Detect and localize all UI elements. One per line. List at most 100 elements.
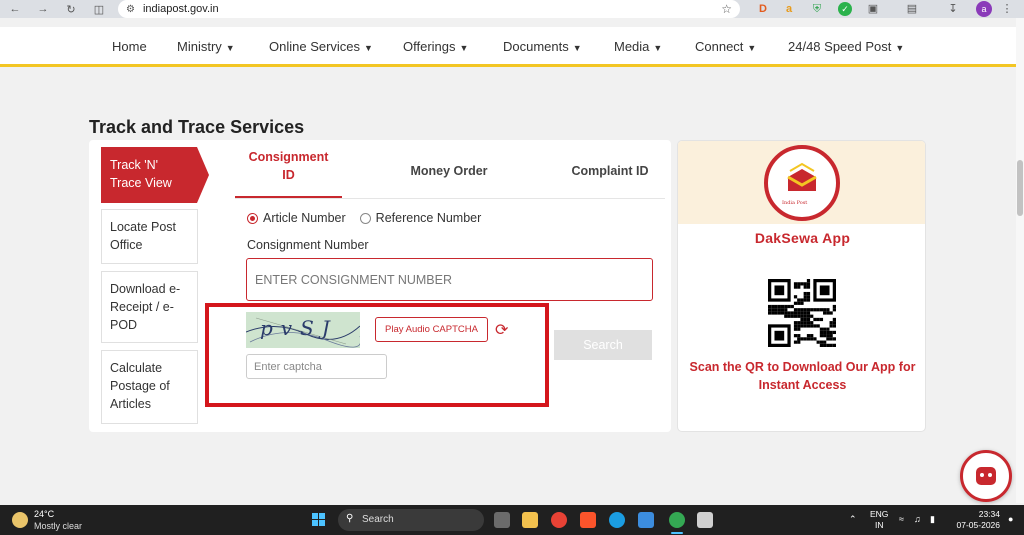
caret-down-icon: ▼ <box>747 43 757 53</box>
notepad-icon[interactable] <box>638 512 654 528</box>
bookmark-star-icon[interactable]: ☆ <box>721 2 732 16</box>
sidebar-item-locate-post-office[interactable]: Locate Post Office <box>101 209 198 264</box>
wifi-icon[interactable]: ≈ <box>899 514 904 524</box>
windows-taskbar: 24°C Mostly clear ⚲ Search ⌃ ENG IN ≈ ♫ … <box>0 505 1024 535</box>
consignment-number-input[interactable] <box>246 258 653 301</box>
radio-label: Article Number <box>263 211 346 225</box>
india-post-emblem-icon <box>787 162 817 191</box>
extension-shield-icon[interactable]: ⛨ <box>810 2 824 16</box>
consignment-number-label: Consignment Number <box>247 238 369 252</box>
sidebar-item-calculate-postage[interactable]: Calculate Postage of Articles <box>101 350 198 424</box>
daksewa-description: Scan the QR to Download Our App for Inst… <box>689 360 916 392</box>
back-icon[interactable]: ← <box>4 3 26 15</box>
tab-label: Complaint ID <box>571 164 649 178</box>
tab-consignment-id[interactable]: Consignment ID <box>235 148 342 184</box>
extension-a-icon[interactable]: a <box>782 2 796 16</box>
extension-d-icon[interactable]: D <box>756 2 770 16</box>
clock-time: 23:34 <box>978 509 1000 519</box>
nav-ministry[interactable]: Ministry ▼ <box>177 39 235 54</box>
taskbar-search[interactable]: ⚲ Search <box>338 509 484 531</box>
tab-money-order[interactable]: Money Order <box>389 164 509 178</box>
nav-offerings[interactable]: Offerings ▼ <box>403 39 468 54</box>
clock-date: 07-05-2026 <box>956 520 1000 530</box>
active-tab-indicator <box>235 196 342 198</box>
address-bar[interactable]: ⚙ indiapost.gov.in ☆ <box>118 0 740 18</box>
notification-icon[interactable]: ● <box>1008 514 1013 524</box>
weather-icon[interactable] <box>12 512 28 528</box>
active-arrow <box>197 147 209 203</box>
volume-icon[interactable]: ♫ <box>914 514 921 524</box>
edge-icon[interactable] <box>609 512 625 528</box>
weather-desc: Mostly clear <box>34 521 83 531</box>
tab-label: Consignment ID <box>248 150 329 182</box>
nav-label: Media <box>614 39 650 54</box>
caret-down-icon: ▼ <box>459 43 469 53</box>
site-navbar: Home Ministry ▼ Online Services ▼ Offering… <box>0 27 1016 67</box>
nav-documents[interactable]: Documents ▼ <box>503 39 582 54</box>
download-icon[interactable]: ↧ <box>946 2 960 16</box>
india-post-logo: India Post <box>764 145 840 221</box>
brave-icon[interactable] <box>580 512 596 528</box>
radio-article-number[interactable] <box>247 212 258 224</box>
caret-down-icon: ▼ <box>572 43 582 53</box>
language-indicator[interactable]: ENG IN <box>870 509 888 531</box>
sidebar-item-label: Track 'N' Trace View <box>101 147 197 203</box>
qr-code[interactable] <box>768 279 836 347</box>
sidebar-toggle-icon[interactable]: ◫ <box>88 3 110 16</box>
radio-label: Reference Number <box>375 211 482 225</box>
system-clock[interactable]: 23:34 07-05-2026 <box>952 509 1000 531</box>
windows-start-icon[interactable] <box>312 513 326 527</box>
sidebar-item-label: Download e-Receipt / e-POD <box>110 282 181 332</box>
nav-label: Online Services <box>269 39 361 54</box>
file-explorer-icon[interactable] <box>522 512 538 528</box>
sidebar-item-label: Locate Post Office <box>110 220 177 252</box>
chatbot-button[interactable] <box>960 450 1012 502</box>
extensions-puzzle-icon[interactable]: ▣ <box>866 2 880 16</box>
reload-icon[interactable]: ↻ <box>60 3 82 16</box>
logo-caption: India Post <box>782 200 808 206</box>
nav-label: Home <box>112 39 147 54</box>
chrome-active-icon[interactable] <box>669 512 685 528</box>
browser-toolbar: ← → ↻ ◫ ⚙ indiapost.gov.in ☆ D a ⛨ ✓ ▣ ▤… <box>0 0 1024 18</box>
sidebar-item-track-trace[interactable]: Track 'N' Trace View <box>101 147 209 203</box>
radio-reference-number[interactable] <box>359 212 371 224</box>
caret-down-icon: ▼ <box>364 43 373 53</box>
nav-online-services[interactable]: Online Services ▼ <box>269 39 373 54</box>
nav-label: 24/48 Speed Post <box>788 39 892 54</box>
page-scrollbar[interactable] <box>1016 18 1024 503</box>
language-code: ENG <box>870 509 889 519</box>
weather-temp: 24°C <box>34 509 55 519</box>
search-icon: ⚲ <box>346 513 354 524</box>
search-type-radio-group: Article Number Reference Number <box>247 211 481 225</box>
snipping-tool-icon[interactable] <box>697 512 713 528</box>
battery-icon[interactable]: ▮ <box>930 514 935 525</box>
scrollbar-thumb[interactable] <box>1017 160 1023 216</box>
chrome-icon[interactable] <box>551 512 567 528</box>
region-code: IN <box>874 520 884 530</box>
extension-check-icon[interactable]: ✓ <box>838 2 852 16</box>
profile-avatar[interactable]: a <box>976 1 992 17</box>
sidebar-item-label: Calculate Postage of Articles <box>110 361 170 411</box>
browser-menu-icon[interactable]: ⋮ <box>1000 2 1014 16</box>
url-text: indiapost.gov.in <box>142 3 219 15</box>
task-view-icon[interactable] <box>494 512 510 528</box>
tray-overflow-icon[interactable]: ⌃ <box>849 514 857 525</box>
caret-down-icon: ▼ <box>225 43 235 53</box>
nav-media[interactable]: Media ▼ <box>614 39 662 54</box>
tab-complaint-id[interactable]: Complaint ID <box>555 164 665 178</box>
nav-label: Connect <box>695 39 744 54</box>
forward-icon[interactable]: → <box>32 3 54 15</box>
tab-search-icon[interactable]: ▤ <box>905 2 919 16</box>
nav-label: Ministry <box>177 39 222 54</box>
nav-home[interactable]: Home <box>112 39 147 54</box>
daksewa-title: DakSewa App <box>754 230 851 246</box>
search-button[interactable]: Search <box>554 330 652 360</box>
taskbar-search-label: Search <box>362 514 394 525</box>
site-info-icon[interactable]: ⚙ <box>126 4 135 15</box>
tab-label: Money Order <box>410 164 488 178</box>
caret-down-icon: ▼ <box>895 43 905 53</box>
sidebar-item-download-receipt[interactable]: Download e-Receipt / e-POD <box>101 271 198 343</box>
nav-label: Documents <box>503 39 569 54</box>
nav-connect[interactable]: Connect ▼ <box>695 39 756 54</box>
nav-speed-post[interactable]: 24/48 Speed Post ▼ <box>788 39 904 54</box>
